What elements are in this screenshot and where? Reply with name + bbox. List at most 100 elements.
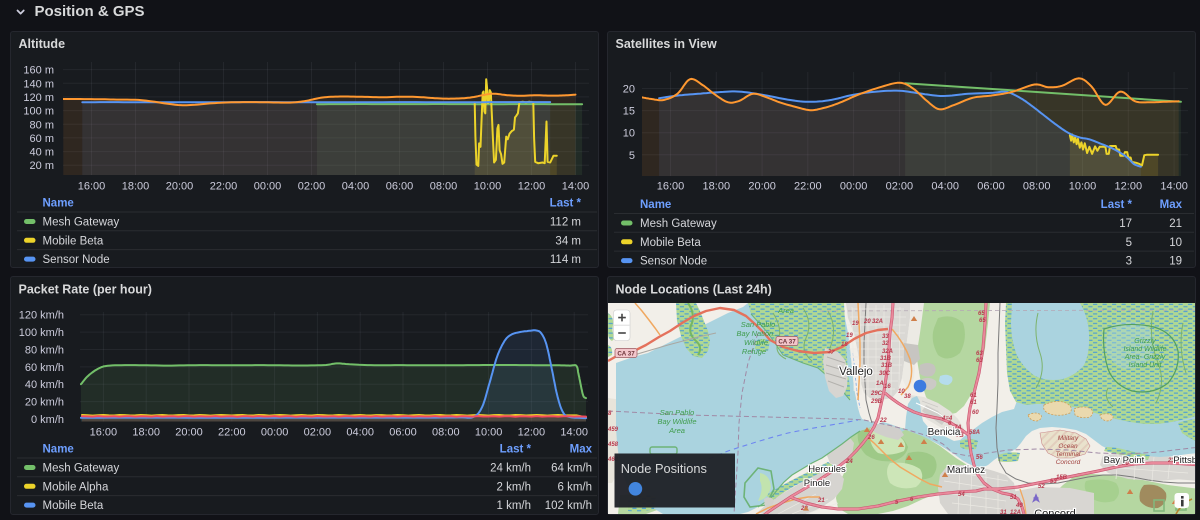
svg-text:Satellites in View: Satellites in View <box>616 37 717 51</box>
svg-text:21: 21 <box>1169 218 1182 230</box>
svg-text:114 m: 114 m <box>550 254 581 266</box>
svg-text:102 km/h: 102 km/h <box>545 500 592 512</box>
svg-text:65: 65 <box>979 318 986 324</box>
svg-text:10: 10 <box>623 128 635 140</box>
svg-text:120 km/h: 120 km/h <box>19 310 64 322</box>
svg-text:18: 18 <box>841 342 848 348</box>
svg-text:18:00: 18:00 <box>132 427 160 439</box>
svg-text:08:00: 08:00 <box>432 427 460 439</box>
svg-text:Last *: Last * <box>500 444 532 456</box>
svg-text:Area: Area <box>777 306 794 315</box>
svg-text:Mesh Gateway: Mesh Gateway <box>640 218 717 230</box>
svg-text:29B: 29B <box>870 399 883 405</box>
svg-text:06:00: 06:00 <box>389 427 417 439</box>
svg-text:08:00: 08:00 <box>430 181 458 193</box>
svg-text:0 km/h: 0 km/h <box>31 414 64 426</box>
svg-text:458: 458 <box>607 442 619 448</box>
svg-text:459: 459 <box>607 427 619 433</box>
svg-text:64 km/h: 64 km/h <box>551 463 592 475</box>
svg-text:140 m: 140 m <box>23 78 54 90</box>
svg-text:54: 54 <box>958 492 965 498</box>
svg-text:29C: 29C <box>870 391 883 397</box>
svg-text:San Pablo: San Pablo <box>741 320 776 329</box>
svg-text:49: 49 <box>1015 503 1023 509</box>
svg-text:40 km/h: 40 km/h <box>25 379 64 391</box>
svg-text:Vallejo: Vallejo <box>839 366 873 378</box>
svg-text:20:00: 20:00 <box>166 181 194 193</box>
svg-text:80 m: 80 m <box>30 119 54 131</box>
svg-text:Altitude: Altitude <box>19 37 66 51</box>
svg-text:08:00: 08:00 <box>1023 181 1051 193</box>
svg-text:51: 51 <box>1010 495 1017 501</box>
svg-text:14:00: 14:00 <box>1160 181 1188 193</box>
svg-text:32A: 32A <box>872 319 883 325</box>
svg-text:Bay Point: Bay Point <box>1104 455 1145 466</box>
svg-text:33: 33 <box>882 334 889 340</box>
svg-text:63: 63 <box>976 358 983 364</box>
svg-text:Sensor Node: Sensor Node <box>640 256 707 268</box>
svg-text:31B: 31B <box>880 356 892 362</box>
svg-text:15B: 15B <box>1056 475 1068 481</box>
svg-text:22:00: 22:00 <box>218 427 246 439</box>
svg-text:20 m: 20 m <box>30 160 54 172</box>
svg-text:06:00: 06:00 <box>977 181 1005 193</box>
svg-text:22: 22 <box>879 418 887 424</box>
svg-text:19: 19 <box>852 321 859 327</box>
svg-text:12:00: 12:00 <box>1115 181 1143 193</box>
svg-text:60 km/h: 60 km/h <box>25 362 64 374</box>
svg-text:Bay Nation...: Bay Nation... <box>737 329 780 338</box>
svg-text:32A: 32A <box>882 349 893 355</box>
svg-text:16: 16 <box>884 384 891 390</box>
svg-text:20: 20 <box>863 319 871 325</box>
svg-text:58A: 58A <box>969 430 980 436</box>
svg-text:06:00: 06:00 <box>386 181 414 193</box>
svg-text:10: 10 <box>1169 237 1182 249</box>
svg-text:Island Wildlife: Island Wildlife <box>1123 346 1166 353</box>
svg-text:15: 15 <box>623 106 635 118</box>
svg-text:56: 56 <box>976 455 983 461</box>
svg-text:CA 37: CA 37 <box>617 351 635 358</box>
svg-text:04:00: 04:00 <box>346 427 374 439</box>
svg-text:Node Locations (Last 24h): Node Locations (Last 24h) <box>616 283 772 297</box>
svg-text:61: 61 <box>970 400 977 406</box>
svg-text:38: 38 <box>904 394 911 400</box>
svg-text:20 km/h: 20 km/h <box>25 397 64 409</box>
svg-text:24: 24 <box>845 459 853 465</box>
svg-text:31B: 31B <box>881 363 893 369</box>
svg-text:Grizzly: Grizzly <box>1134 338 1156 345</box>
svg-text:10:00: 10:00 <box>475 427 503 439</box>
svg-text:Sensor Node: Sensor Node <box>43 254 110 266</box>
svg-text:Ocean: Ocean <box>1058 443 1078 450</box>
svg-text:5: 5 <box>629 150 635 162</box>
svg-text:Bay Wildlife: Bay Wildlife <box>657 417 696 426</box>
svg-text:Military: Military <box>1058 435 1079 442</box>
svg-text:4=4: 4=4 <box>941 416 953 422</box>
svg-text:San Pablo: San Pablo <box>660 408 695 417</box>
svg-text:40 m: 40 m <box>30 147 54 159</box>
svg-text:19: 19 <box>846 333 853 339</box>
svg-text:Concord: Concord <box>1056 459 1081 466</box>
svg-text:02:00: 02:00 <box>298 181 326 193</box>
svg-text:Position & GPS: Position & GPS <box>35 3 145 20</box>
svg-text:80 km/h: 80 km/h <box>25 345 64 357</box>
svg-text:14:00: 14:00 <box>560 427 588 439</box>
svg-text:21: 21 <box>817 498 825 504</box>
svg-text:100 km/h: 100 km/h <box>19 327 64 339</box>
svg-text:Mobile Beta: Mobile Beta <box>43 235 104 247</box>
svg-text:20: 20 <box>623 84 635 96</box>
svg-text:Last *: Last * <box>1101 199 1133 211</box>
svg-text:10:00: 10:00 <box>474 181 502 193</box>
svg-text:Wildlife: Wildlife <box>744 338 768 347</box>
svg-text:16:00: 16:00 <box>78 181 106 193</box>
svg-text:Name: Name <box>43 444 74 456</box>
svg-text:Max: Max <box>570 444 593 456</box>
svg-text:Martinez: Martinez <box>947 465 985 476</box>
svg-text:160 m: 160 m <box>23 65 54 77</box>
svg-text:Mobile Beta: Mobile Beta <box>640 237 701 249</box>
svg-text:20:00: 20:00 <box>175 427 203 439</box>
svg-text:04:00: 04:00 <box>342 181 370 193</box>
svg-text:6 km/h: 6 km/h <box>557 481 592 493</box>
svg-text:65: 65 <box>978 311 985 317</box>
svg-text:Pinole: Pinole <box>804 478 830 489</box>
svg-text:17: 17 <box>1119 218 1132 230</box>
